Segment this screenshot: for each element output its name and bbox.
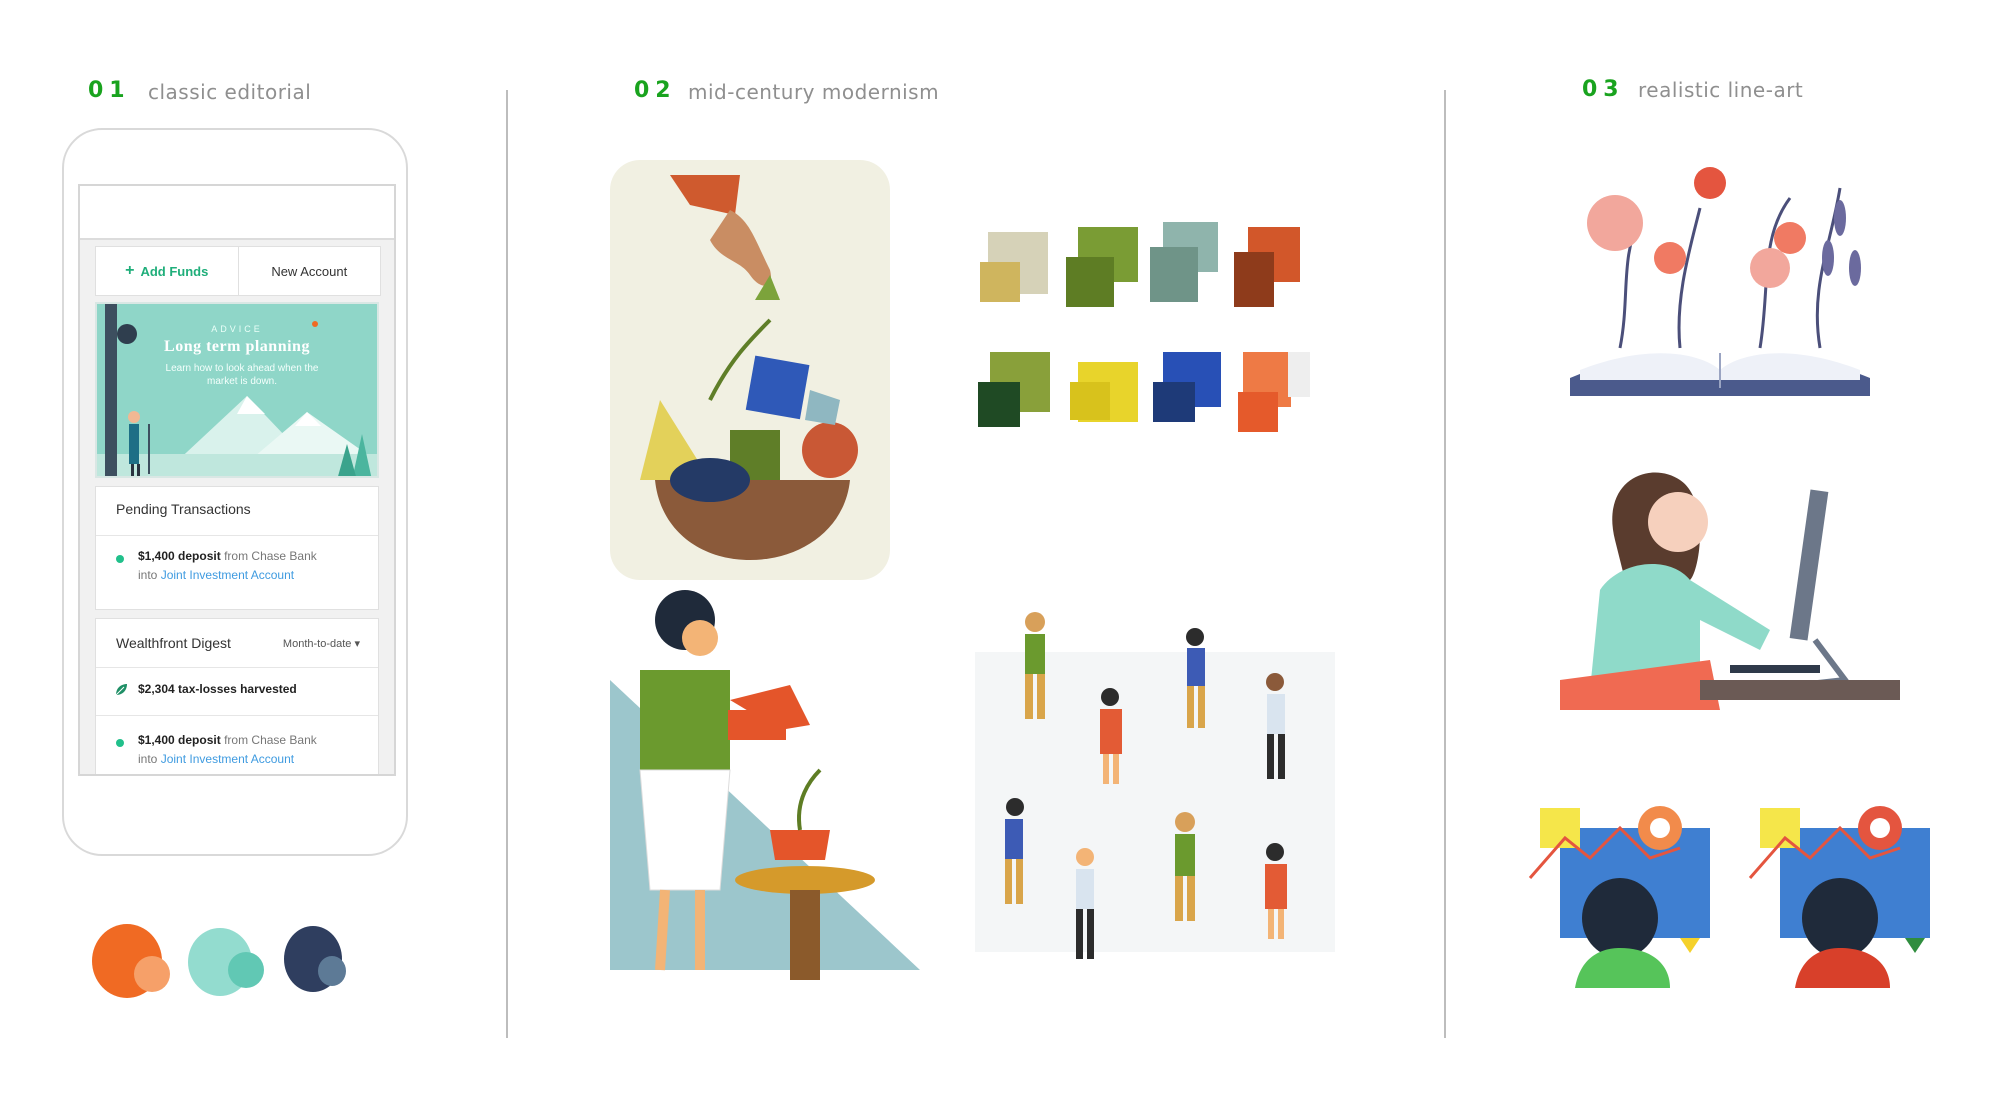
account-link[interactable]: Joint Investment Account — [161, 568, 294, 582]
account-link[interactable]: Joint Investment Account — [161, 752, 294, 766]
crowd-illustration — [975, 612, 1335, 959]
section-number-02: 02 — [634, 78, 677, 103]
transaction-item[interactable]: $1,400 deposit from Chase Bank into Join… — [138, 547, 368, 585]
transaction-item[interactable]: $1,400 deposit from Chase Bank into Join… — [138, 731, 368, 769]
divider-left — [506, 90, 508, 1038]
action-buttons: + Add Funds New Account — [95, 246, 381, 296]
transaction-source: from Chase Bank — [224, 733, 317, 747]
new-account-button[interactable]: New Account — [239, 247, 381, 295]
leaf-icon — [115, 684, 127, 696]
month-to-date-dropdown[interactable]: Month-to-date ▾ — [283, 637, 360, 650]
teal-swatch — [228, 952, 264, 988]
dropdown-label: Month-to-date — [282, 638, 352, 650]
section-title-realistic-line-art: realistic line-art — [1638, 78, 1804, 102]
book-with-flowers-illustration — [1570, 167, 1870, 396]
transaction-into: into — [138, 752, 158, 766]
advice-card[interactable]: ADVICE Long term planning Learn how to l… — [95, 302, 379, 478]
section-title-mid-century-modernism: mid-century modernism — [688, 80, 940, 104]
transaction-source: from Chase Bank — [224, 549, 317, 563]
new-account-label: New Account — [271, 263, 348, 279]
orange-light-swatch — [134, 956, 170, 992]
transaction-into: into — [138, 568, 158, 582]
slate-swatch — [318, 956, 346, 986]
plus-icon: + — [125, 262, 135, 279]
section-title-classic-editorial: classic editorial — [148, 80, 312, 104]
divider-right — [1444, 90, 1446, 1038]
advice-title: Long term planning — [164, 338, 310, 355]
divider — [96, 667, 378, 668]
add-funds-label: Add Funds — [140, 263, 209, 279]
analytics-illustration-green — [1528, 806, 1710, 988]
digest-card: Wealthfront Digest Month-to-date ▾ $2,30… — [95, 618, 379, 774]
status-dot — [116, 555, 124, 563]
pending-transactions-card: Pending Transactions $1,400 deposit from… — [95, 486, 379, 610]
woman-watering-plant-illustration — [610, 590, 920, 980]
chevron-down-icon: ▾ — [354, 638, 360, 650]
analytics-illustration-red — [1748, 806, 1930, 988]
color-palette — [978, 222, 1310, 432]
pending-title: Pending Transactions — [116, 501, 251, 517]
transaction-amount: $1,400 deposit — [138, 733, 221, 747]
woman-at-computer-illustration — [1560, 472, 1900, 710]
advice-subtitle: Learn how to look ahead when the market … — [165, 363, 319, 387]
divider — [96, 715, 378, 716]
harvest-item[interactable]: $2,304 tax-losses harvested — [138, 680, 368, 699]
section-number-01: 01 — [88, 78, 131, 103]
harvest-text: $2,304 tax-losses harvested — [138, 682, 297, 696]
bowl-of-shapes-illustration — [610, 160, 890, 580]
status-dot — [116, 739, 124, 747]
digest-title: Wealthfront Digest — [116, 635, 231, 651]
app-bar — [80, 186, 394, 240]
section-number-03: 03 — [1582, 77, 1625, 102]
advice-kicker: ADVICE — [211, 324, 263, 334]
divider — [96, 535, 378, 536]
transaction-amount: $1,400 deposit — [138, 549, 221, 563]
add-funds-button[interactable]: + Add Funds — [96, 247, 239, 295]
phone-screen: + Add Funds New Account ADVICE Long term… — [78, 184, 396, 776]
